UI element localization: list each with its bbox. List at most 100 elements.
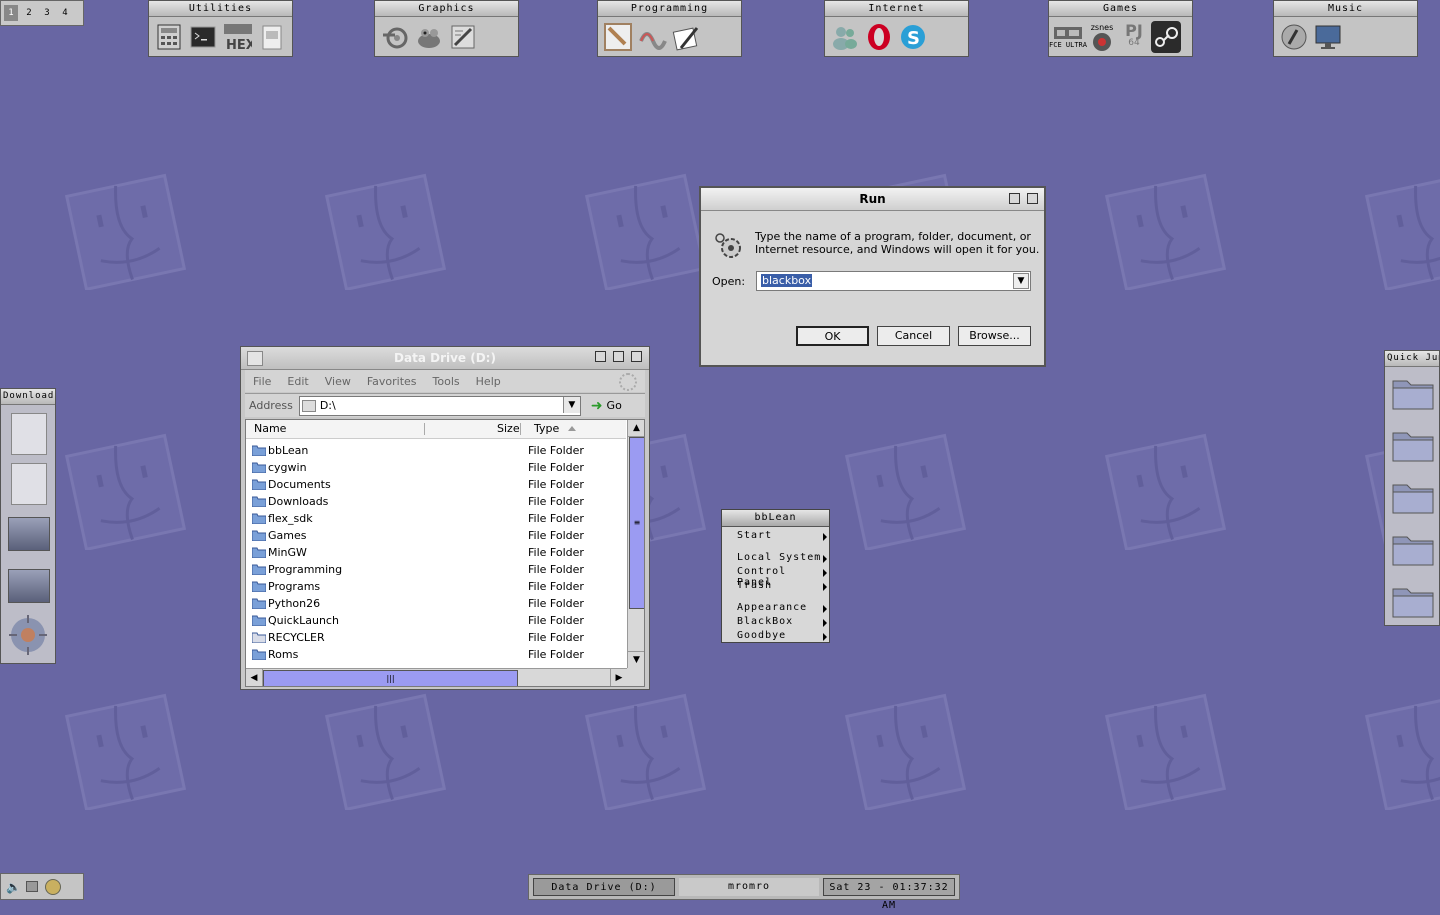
menu-item-trash[interactable]: Trash xyxy=(737,580,827,591)
network-icon[interactable] xyxy=(45,879,61,895)
workspace-4[interactable]: 4 xyxy=(58,8,72,18)
task-button[interactable]: Data Drive (D:) xyxy=(533,878,675,896)
table-row[interactable]: QuickLaunch File Folder xyxy=(250,612,620,629)
table-row[interactable]: MinGW File Folder xyxy=(250,544,620,561)
menu-edit[interactable]: Edit xyxy=(287,375,308,388)
table-row[interactable]: Programming File Folder xyxy=(250,561,620,578)
column-size[interactable]: Size xyxy=(497,420,520,438)
open-dropdown-button[interactable]: ▼ xyxy=(1013,273,1029,289)
hex-editor-icon[interactable]: HEX xyxy=(222,21,252,53)
maximize-button[interactable] xyxy=(631,351,642,362)
cancel-button[interactable]: Cancel xyxy=(877,326,950,346)
column-type[interactable]: Type xyxy=(534,420,559,438)
blender-icon[interactable] xyxy=(380,21,410,53)
inkscape-icon[interactable] xyxy=(448,21,478,53)
table-row[interactable]: Downloads File Folder xyxy=(250,493,620,510)
pj64-icon[interactable]: PJ 64 xyxy=(1119,21,1149,53)
ok-button[interactable]: OK xyxy=(796,326,869,346)
scroll-thumb[interactable]: ≡ xyxy=(629,437,644,609)
workspace-3[interactable]: 3 xyxy=(40,8,54,18)
dialog-titlebar[interactable]: Run xyxy=(701,188,1044,211)
workspace-label[interactable]: mromro xyxy=(679,878,819,896)
calculator-icon[interactable] xyxy=(154,21,184,53)
go-button[interactable]: Go xyxy=(607,399,622,412)
workspace-2[interactable]: 2 xyxy=(22,8,36,18)
column-divider[interactable] xyxy=(520,423,521,435)
horizontal-scrollbar[interactable]: ◀ ||| ▶ xyxy=(246,668,627,686)
table-row[interactable]: flex_sdk File Folder xyxy=(250,510,620,527)
scroll-right-button[interactable]: ▶ xyxy=(610,669,627,686)
table-row[interactable]: Python26 File Folder xyxy=(250,595,620,612)
browse-button[interactable]: Browse... xyxy=(958,326,1031,346)
volume-icon[interactable]: 🔈 xyxy=(6,880,21,894)
notepad-icon[interactable] xyxy=(256,21,286,53)
table-row[interactable]: Programs File Folder xyxy=(250,578,620,595)
address-input[interactable]: D:\ ▼ xyxy=(298,395,581,416)
scroll-up-button[interactable]: ▲ xyxy=(628,420,644,437)
blank-document-icon[interactable] xyxy=(11,413,47,455)
clock[interactable]: Sat 23 - 01:37:32 AM xyxy=(823,878,955,911)
explorer-window[interactable]: Data Drive (D:) File Edit View Favorites… xyxy=(240,346,650,690)
menu-item-start[interactable]: Start xyxy=(737,530,827,541)
terminal-icon[interactable] xyxy=(188,21,218,53)
table-row[interactable]: RECYCLER File Folder xyxy=(250,629,620,646)
menu-help[interactable]: Help xyxy=(476,375,501,388)
menu-tools[interactable]: Tools xyxy=(433,375,460,388)
monitor-icon[interactable] xyxy=(26,881,38,892)
folder-icon[interactable] xyxy=(1391,427,1435,463)
menu-item-goodbye[interactable]: Goodbye xyxy=(737,630,827,641)
folder-icon[interactable] xyxy=(1391,583,1435,619)
workspace-switcher[interactable]: 1 2 3 4 xyxy=(0,0,84,26)
fceultra-icon[interactable]: FCE ULTRA xyxy=(1049,21,1087,53)
folder-icon[interactable] xyxy=(1391,479,1435,515)
foobar-icon[interactable] xyxy=(1279,21,1309,53)
open-combobox[interactable]: blackbox ▼ xyxy=(756,271,1031,291)
scroll-thumb[interactable]: ||| xyxy=(263,670,518,686)
kmplayer-icon[interactable] xyxy=(1313,21,1343,53)
opera-icon[interactable] xyxy=(864,21,894,53)
column-divider[interactable] xyxy=(424,423,425,435)
eclipse-icon[interactable] xyxy=(637,21,667,53)
menu-item-appearance[interactable]: Appearance xyxy=(737,602,827,613)
menu-item-blackbox[interactable]: BlackBox xyxy=(737,616,827,627)
go-arrow-icon[interactable]: ➜ xyxy=(591,398,603,414)
table-row[interactable]: Games File Folder xyxy=(250,527,620,544)
menu-item-local-system[interactable]: Local System xyxy=(737,552,827,563)
workspace-1[interactable]: 1 xyxy=(4,5,18,21)
column-name[interactable]: Name xyxy=(254,420,286,438)
table-row[interactable]: bbLean File Folder xyxy=(250,442,620,459)
gear-flower-icon[interactable] xyxy=(7,613,49,657)
skype-icon[interactable]: S xyxy=(898,21,928,53)
bblean-root-menu[interactable]: bbLean Start Local System Control Panel Tra… xyxy=(721,509,830,643)
resize-grip[interactable] xyxy=(627,668,644,686)
close-button[interactable] xyxy=(1027,193,1038,204)
notepadpp-icon[interactable] xyxy=(603,21,633,53)
open-input[interactable]: blackbox xyxy=(761,274,813,287)
shade-button[interactable] xyxy=(595,351,606,362)
window-titlebar[interactable]: Data Drive (D:) xyxy=(241,347,649,370)
steam-icon[interactable] xyxy=(1151,21,1181,53)
scroll-down-button[interactable]: ▼ xyxy=(628,651,644,668)
gimp-icon[interactable] xyxy=(414,21,444,53)
messenger-icon[interactable] xyxy=(830,21,860,53)
table-row[interactable]: Roms File Folder xyxy=(250,646,620,663)
zsnes-icon[interactable]: zsnes xyxy=(1087,21,1117,53)
menu-file[interactable]: File xyxy=(253,375,271,388)
vertical-scrollbar[interactable]: ▲ ≡ ▼ xyxy=(627,420,644,668)
file-list[interactable]: Name Size Type bbLean File Folder cygwin Fi… xyxy=(245,419,645,687)
address-dropdown-button[interactable]: ▼ xyxy=(562,396,580,413)
minimize-button[interactable] xyxy=(613,351,624,362)
image-file-icon[interactable] xyxy=(8,517,50,551)
restore-button[interactable] xyxy=(1009,193,1020,204)
scroll-left-button[interactable]: ◀ xyxy=(246,669,263,686)
blank-document-icon[interactable] xyxy=(11,463,47,505)
image-file-icon[interactable] xyxy=(8,569,50,603)
folder-icon[interactable] xyxy=(1391,531,1435,567)
menu-favorites[interactable]: Favorites xyxy=(367,375,417,388)
menu-view[interactable]: View xyxy=(325,375,351,388)
folder-icon[interactable] xyxy=(1391,375,1435,411)
table-row[interactable]: Documents File Folder xyxy=(250,476,620,493)
run-dialog[interactable]: Run Type the name of a program, folder, … xyxy=(699,186,1046,367)
table-row[interactable]: cygwin File Folder xyxy=(250,459,620,476)
editor-icon[interactable] xyxy=(671,21,701,53)
